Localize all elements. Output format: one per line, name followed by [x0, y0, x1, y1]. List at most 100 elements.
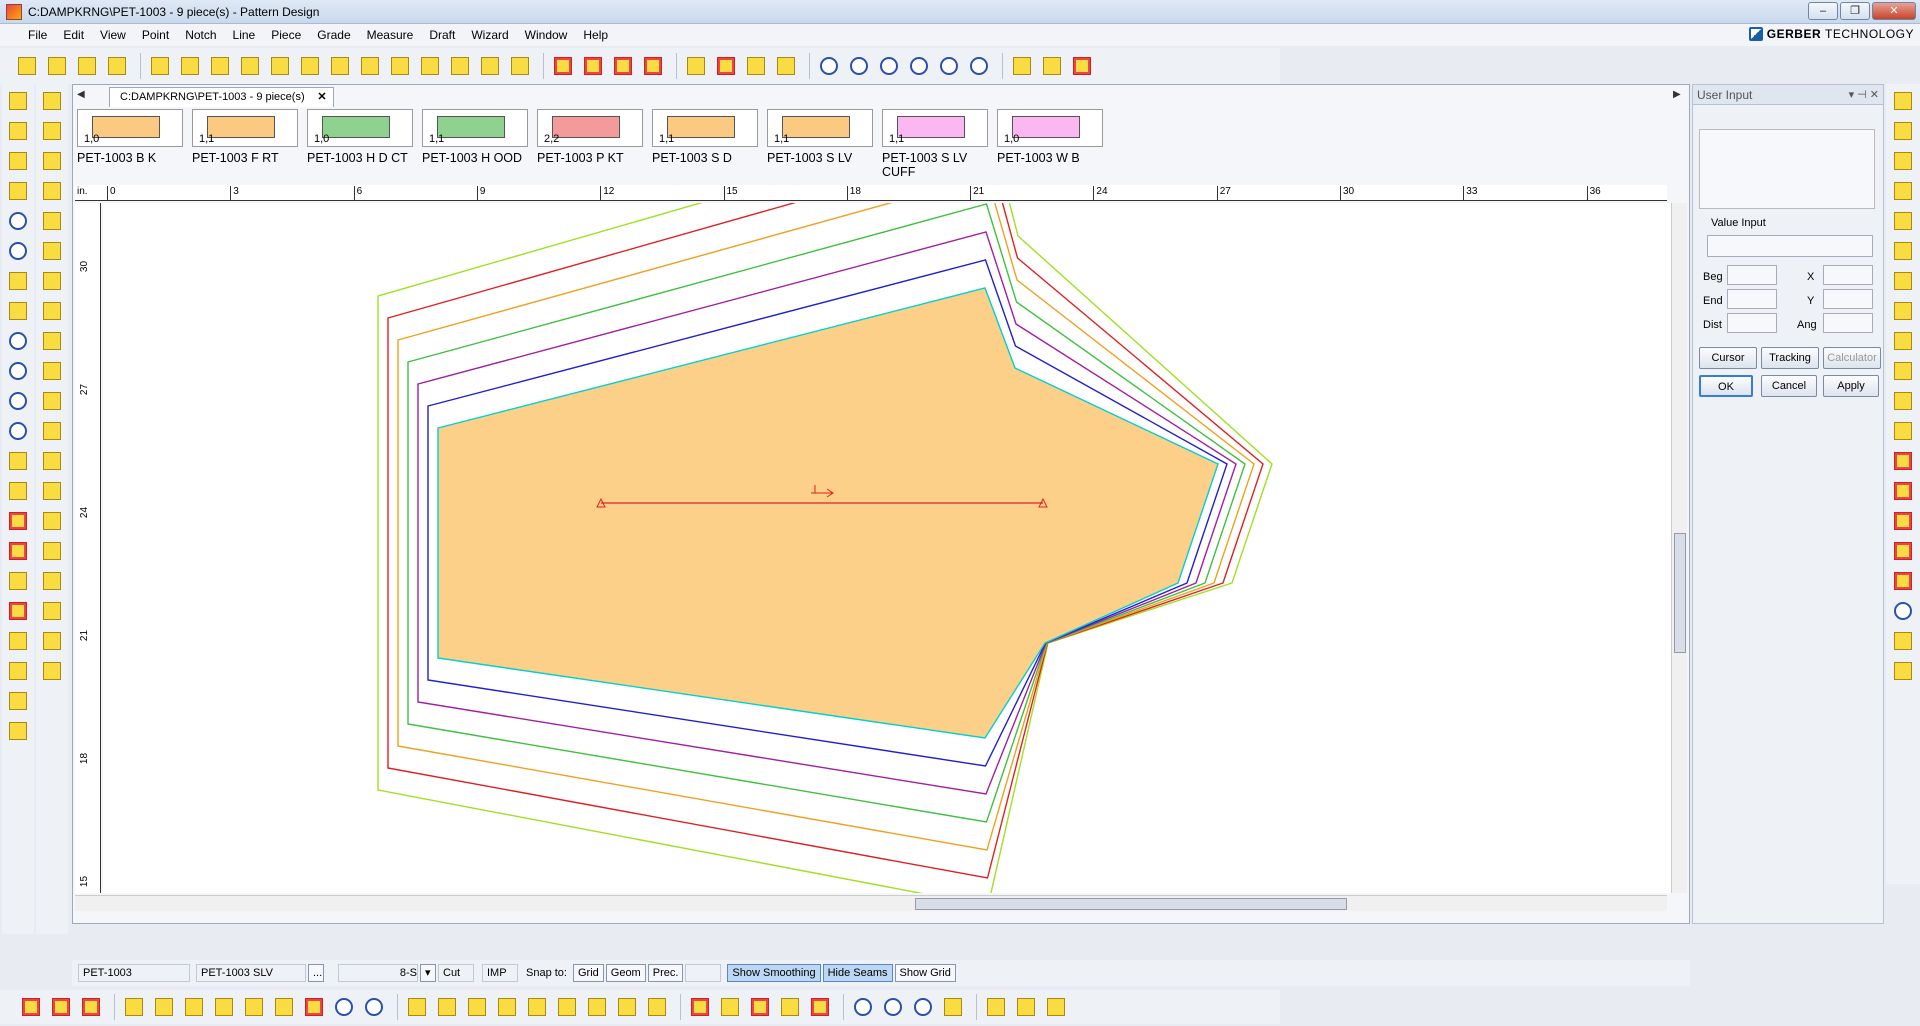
offset-icon[interactable]	[39, 208, 65, 234]
align-right-icon[interactable]	[151, 994, 177, 1020]
piece-icon-4[interactable]: 2,2 PET-1003 P KT	[535, 107, 650, 185]
measure-icon[interactable]	[39, 598, 65, 624]
hide-seams-button[interactable]: Hide Seams	[822, 964, 893, 982]
export-icon[interactable]	[5, 178, 31, 204]
grade-rule-icon[interactable]	[39, 448, 65, 474]
measure-add-icon[interactable]	[644, 994, 670, 1020]
scissors-icon[interactable]	[640, 53, 666, 79]
add-point-icon[interactable]	[5, 628, 31, 654]
menu-window[interactable]: Window	[517, 28, 576, 42]
trim-icon[interactable]	[610, 53, 636, 79]
menu-point[interactable]: Point	[134, 28, 177, 42]
copy-piece-icon[interactable]	[39, 358, 65, 384]
slash-icon[interactable]	[39, 88, 65, 114]
line-tool-icon[interactable]	[44, 53, 70, 79]
save-as-icon[interactable]	[5, 148, 31, 174]
size-dropdown-icon[interactable]: ▾	[420, 964, 436, 982]
menu-piece[interactable]: Piece	[263, 28, 309, 42]
curve-icon[interactable]	[39, 118, 65, 144]
mark-icon[interactable]	[773, 53, 799, 79]
show-grid-button[interactable]: Show Grid	[894, 964, 956, 982]
perp-line-icon[interactable]	[39, 178, 65, 204]
move-point-icon[interactable]	[447, 53, 473, 79]
measure-line-icon[interactable]	[464, 994, 490, 1020]
piece-icon-8[interactable]: 1,0 PET-1003 W B	[995, 107, 1110, 185]
create-piece-icon[interactable]	[177, 53, 203, 79]
delete-icon[interactable]	[5, 508, 31, 534]
panel-controls-icon[interactable]: ▾ ⊣ ✕	[1849, 85, 1879, 105]
draw-spiral-icon[interactable]	[361, 994, 387, 1020]
zoom-in-icon[interactable]	[876, 53, 902, 79]
grade-alt-icon[interactable]	[1890, 298, 1916, 324]
snap-grid-button[interactable]: Grid	[572, 964, 604, 982]
add-line-icon[interactable]	[5, 658, 31, 684]
nest-y-icon[interactable]	[1890, 538, 1916, 564]
minimize-button[interactable]: –	[1808, 2, 1838, 20]
piece-icon-6[interactable]: 1,1 PET-1003 S LV	[765, 107, 880, 185]
smooth-line-icon[interactable]	[477, 53, 503, 79]
marker-icon[interactable]	[78, 994, 104, 1020]
measure-seam-icon[interactable]	[554, 994, 580, 1020]
zoom-out-left-icon[interactable]	[5, 358, 31, 384]
cancel-button[interactable]: Cancel	[1761, 375, 1817, 397]
shape-icon[interactable]	[940, 994, 966, 1020]
menu-wizard[interactable]: Wizard	[463, 28, 516, 42]
undo-icon[interactable]	[5, 208, 31, 234]
piece-thumbnail[interactable]: 1,0	[77, 109, 183, 147]
browse-button[interactable]: ...	[308, 964, 324, 982]
nest-x-icon[interactable]	[1890, 508, 1916, 534]
grade-move-icon[interactable]	[1890, 148, 1916, 174]
trace-icon[interactable]	[39, 388, 65, 414]
grade-axis-icon[interactable]	[1890, 388, 1916, 414]
zoom-area-icon[interactable]	[816, 53, 842, 79]
value-input-field[interactable]	[1707, 235, 1873, 257]
report-export-icon[interactable]	[1043, 994, 1069, 1020]
plot-piece-icon[interactable]	[18, 994, 44, 1020]
blank-page-icon[interactable]	[5, 718, 31, 744]
grade-rotate-icon[interactable]	[1890, 328, 1916, 354]
piece-thumbnail[interactable]: 1,0	[307, 109, 413, 147]
nest-all-icon[interactable]	[1890, 478, 1916, 504]
close-tab-icon[interactable]: ✕	[317, 88, 326, 106]
delete-annotation-icon[interactable]	[1069, 53, 1095, 79]
zoom-in-left-icon[interactable]	[5, 328, 31, 354]
numbered-red-icon[interactable]	[747, 994, 773, 1020]
grade-dist-icon[interactable]	[1890, 178, 1916, 204]
save-icon[interactable]	[5, 118, 31, 144]
piece-info-icon[interactable]	[5, 568, 31, 594]
tab-scroll-right-icon[interactable]: ▶	[1673, 89, 1681, 100]
style-name-field[interactable]: PET-1003	[78, 964, 190, 982]
menu-measure[interactable]: Measure	[359, 28, 422, 42]
precision-field[interactable]	[685, 964, 722, 982]
vertical-scroll-thumb[interactable]	[1674, 533, 1686, 653]
piece-tool-icon[interactable]	[74, 53, 100, 79]
plot-list-icon[interactable]	[48, 994, 74, 1020]
delete-all-icon[interactable]	[5, 538, 31, 564]
align-top-icon[interactable]	[181, 994, 207, 1020]
combine-piece-icon[interactable]	[327, 53, 353, 79]
grade-scale-icon[interactable]	[1890, 208, 1916, 234]
menu-grade[interactable]: Grade	[309, 28, 358, 42]
snap-geom-button[interactable]: Geom	[605, 964, 646, 982]
dashed-icon[interactable]	[39, 238, 65, 264]
circle-center-icon[interactable]	[880, 994, 906, 1020]
seam-tool-icon[interactable]	[267, 53, 293, 79]
grade-snap-icon[interactable]	[1890, 358, 1916, 384]
angle-icon[interactable]	[39, 148, 65, 174]
nest-icon[interactable]	[1890, 448, 1916, 474]
nest-copy-icon[interactable]	[1890, 658, 1916, 684]
user-input-area[interactable]	[1699, 129, 1875, 209]
menu-edit[interactable]: Edit	[55, 28, 92, 42]
report-icon[interactable]	[983, 994, 1009, 1020]
walk-pieces-icon[interactable]	[687, 994, 713, 1020]
menu-help[interactable]: Help	[575, 28, 616, 42]
grade-edit-icon[interactable]	[39, 478, 65, 504]
close-button[interactable]: ✕	[1872, 2, 1916, 20]
edit-curve-2-icon[interactable]	[434, 994, 460, 1020]
tracking-button[interactable]: Tracking	[1761, 347, 1819, 369]
tab-scroll-left-icon[interactable]: ◀	[77, 89, 85, 100]
redo-icon[interactable]	[5, 238, 31, 264]
notch-icon[interactable]	[683, 53, 709, 79]
numbered-alt-icon[interactable]	[777, 994, 803, 1020]
drawing-canvas[interactable]	[103, 203, 1671, 893]
